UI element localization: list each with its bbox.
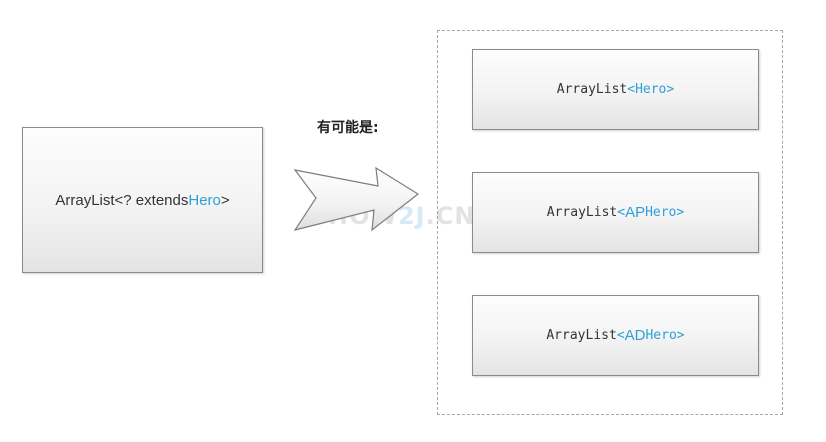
option-open: < [617,205,626,220]
option-prefix: ArrayList [546,328,617,343]
right-arrow-icon [293,166,420,232]
source-suffix: > [220,191,230,209]
option-box-adhero: ArrayList < AD Hero > [472,295,759,376]
option-tag: AD [624,327,646,344]
option-tag: AP [625,204,646,221]
option-close: > [666,82,675,97]
option-prefix: ArrayList [556,82,628,97]
possibility-caption: 有可能是: [317,120,379,136]
option-close: > [676,328,685,343]
option-type: Hero [645,328,677,343]
source-type-box: ArrayList<? extends Hero > [22,127,263,273]
option-open: < [616,328,625,343]
diagram-canvas: ArrayList<? extends Hero > 有可能是: HOW2J.CN… [0,0,826,442]
option-type: Hero [635,82,667,97]
source-type: Hero [188,191,221,209]
option-prefix: ArrayList [546,205,618,220]
option-box-hero: ArrayList < Hero > [472,49,759,130]
option-open: < [627,82,636,97]
option-box-aphero: ArrayList < AP Hero > [472,172,759,253]
option-close: > [676,205,685,220]
source-prefix: ArrayList<? extends [55,191,189,209]
option-type: Hero [645,205,677,220]
